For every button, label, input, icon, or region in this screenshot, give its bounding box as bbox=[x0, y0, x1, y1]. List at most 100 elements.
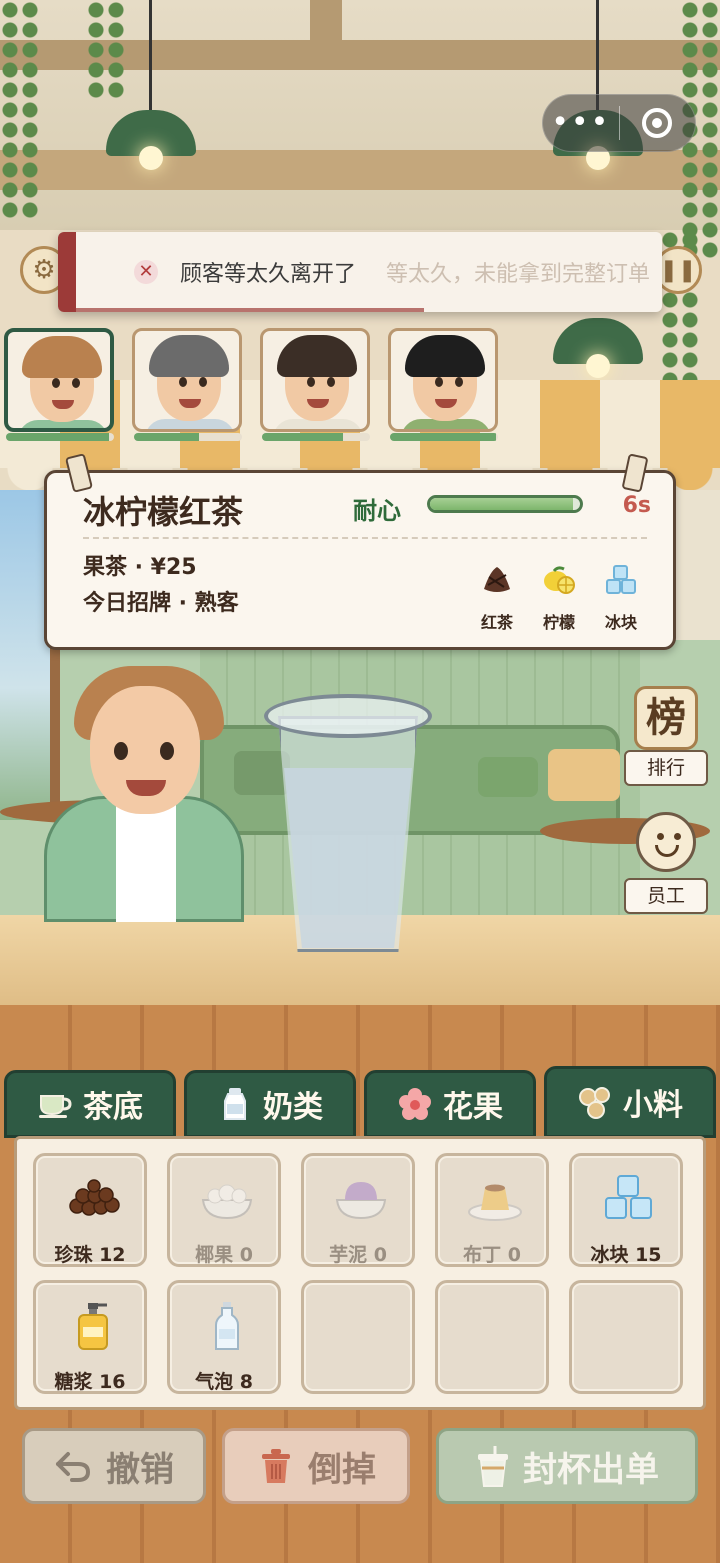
customer-shirt bbox=[116, 796, 176, 922]
order-card: 冰柠檬红茶 耐心 6s 果茶 · ¥25 今日招牌 · 熟客 红茶 柠檬 冰块 bbox=[44, 453, 676, 650]
trash-icon bbox=[262, 1449, 290, 1483]
smiley-eye bbox=[674, 833, 681, 840]
tab-tea-base[interactable]: 茶底 bbox=[4, 1070, 176, 1138]
undo-label: 撤销 bbox=[106, 1449, 174, 1490]
tab-label: 花果 bbox=[443, 1090, 503, 1125]
more-dots-icon[interactable]: ••• bbox=[543, 94, 619, 152]
close-icon: ✕ bbox=[134, 260, 158, 284]
customer-patience-bar bbox=[134, 433, 242, 441]
leaderboard-button[interactable]: 榜 bbox=[634, 686, 698, 750]
slot-label: 椰果 0 bbox=[195, 1244, 253, 1266]
drink-name: 冰柠檬红茶 bbox=[83, 493, 244, 531]
lemon-icon bbox=[544, 566, 575, 594]
ingredient-label: 冰块 bbox=[604, 613, 637, 632]
customer-card-gray-hair-man[interactable] bbox=[132, 328, 242, 432]
ingredient-lemon: 柠檬 bbox=[533, 563, 585, 633]
gear-icon: ⚙ bbox=[32, 255, 56, 285]
customer-patience-bar bbox=[6, 433, 114, 441]
ingredient-ice: 冰块 bbox=[595, 563, 647, 633]
staff-label[interactable]: 员工 bbox=[624, 878, 708, 914]
customer-patience-bar bbox=[390, 433, 498, 441]
flower-icon bbox=[399, 1088, 431, 1120]
alert-toast: ✕ 顾客等太久离开了 等太久，未能拿到完整订单 bbox=[58, 232, 662, 312]
ceiling-beam bbox=[310, 0, 342, 70]
pendant-lamp bbox=[553, 318, 643, 378]
hanging-vine bbox=[0, 0, 40, 220]
divider bbox=[83, 537, 647, 539]
tab-toppings[interactable]: 小料 bbox=[544, 1066, 716, 1138]
slot-label: 布丁 0 bbox=[463, 1244, 521, 1266]
inventory-slot-coconut-jelly[interactable]: 椰果 0 bbox=[167, 1153, 281, 1267]
close-target-button[interactable] bbox=[620, 108, 696, 138]
cup-contents bbox=[284, 768, 412, 948]
customer-patience-bar bbox=[262, 433, 370, 441]
black-tea-leaves-icon bbox=[484, 567, 510, 592]
toppings-icon bbox=[579, 1087, 610, 1119]
teacup-icon bbox=[39, 1095, 72, 1118]
target-icon bbox=[642, 108, 673, 138]
ice-cube-icon bbox=[606, 565, 636, 594]
customer-card-curly-hair-youth[interactable] bbox=[4, 328, 114, 432]
inventory-panel: 珍珠 12 椰果 0 芋泥 0 布丁 0 冰块 15 糖浆 16 气泡 8 bbox=[14, 1136, 706, 1410]
coconut-jelly-icon bbox=[201, 1184, 253, 1220]
seal-label: 封杯出单 bbox=[523, 1449, 659, 1490]
ice-cube-icon bbox=[605, 1175, 652, 1219]
inventory-slot-pearls[interactable]: 珍珠 12 bbox=[33, 1153, 147, 1267]
tab-label: 小料 bbox=[623, 1088, 683, 1123]
inventory-slot-empty bbox=[569, 1280, 683, 1394]
patience-bar bbox=[427, 495, 583, 513]
undo-arrow-icon bbox=[56, 1452, 91, 1482]
tab-label: 奶类 bbox=[263, 1090, 323, 1125]
pearls-icon bbox=[69, 1179, 120, 1216]
inventory-slot-soda[interactable]: 气泡 8 bbox=[167, 1280, 281, 1394]
patience-label: 耐心 bbox=[353, 497, 401, 525]
customer-card-mustache-man[interactable] bbox=[260, 328, 370, 432]
smiley-mouth bbox=[655, 845, 679, 857]
customer-face bbox=[90, 686, 200, 814]
soda-bottle-icon bbox=[215, 1302, 239, 1350]
pudding-icon bbox=[468, 1184, 522, 1221]
sealed-cup-icon bbox=[478, 1446, 508, 1487]
tab-flowers-fruit[interactable]: 花果 bbox=[364, 1070, 536, 1138]
syrup-bottle-icon bbox=[78, 1303, 108, 1350]
toast-accent-bar bbox=[58, 232, 76, 312]
inventory-slot-taro[interactable]: 芋泥 0 bbox=[301, 1153, 415, 1267]
drink-cup[interactable] bbox=[264, 694, 432, 956]
toast-timer-bar bbox=[76, 308, 424, 312]
discard-button[interactable]: 倒掉 bbox=[222, 1428, 410, 1504]
taro-paste-icon bbox=[335, 1182, 387, 1220]
inventory-slot-empty bbox=[301, 1280, 415, 1394]
order-tags: 今日招牌 · 熟客 bbox=[83, 591, 239, 616]
staff-button[interactable] bbox=[636, 812, 696, 872]
undo-button[interactable]: 撤销 bbox=[22, 1428, 206, 1504]
discard-label: 倒掉 bbox=[308, 1449, 376, 1490]
slot-label: 糖浆 16 bbox=[54, 1371, 126, 1393]
slot-label: 珍珠 12 bbox=[54, 1244, 126, 1266]
inventory-slot-ice[interactable]: 冰块 15 bbox=[569, 1153, 683, 1267]
mini-program-capsule: ••• bbox=[542, 94, 696, 152]
toast-overlap-text: 等太久，未能拿到完整订单 bbox=[386, 262, 651, 287]
customer-card-black-hair-boy[interactable] bbox=[388, 328, 498, 432]
hanging-vine bbox=[86, 0, 126, 100]
inventory-slot-empty bbox=[435, 1280, 549, 1394]
milk-bottle-icon bbox=[224, 1088, 246, 1120]
leaderboard-label[interactable]: 排行 bbox=[624, 750, 708, 786]
pause-icon: ❚❚ bbox=[659, 257, 697, 283]
current-customer bbox=[44, 666, 244, 922]
cup-rim bbox=[264, 694, 432, 738]
ingredient-black-tea: 红茶 bbox=[471, 563, 523, 633]
slot-label: 芋泥 0 bbox=[329, 1244, 387, 1266]
inventory-slot-pudding[interactable]: 布丁 0 bbox=[435, 1153, 549, 1267]
ceiling-beam bbox=[0, 150, 720, 190]
inventory-slot-syrup[interactable]: 糖浆 16 bbox=[33, 1280, 147, 1394]
category-price: 果茶 · ¥25 bbox=[83, 555, 197, 580]
ingredient-label: 柠檬 bbox=[542, 613, 575, 632]
seal-and-serve-button[interactable]: 封杯出单 bbox=[436, 1428, 698, 1504]
tab-label: 茶底 bbox=[83, 1090, 143, 1125]
patience-seconds: 6s bbox=[622, 493, 651, 518]
slot-label: 冰块 15 bbox=[590, 1244, 662, 1266]
tab-milk[interactable]: 奶类 bbox=[184, 1070, 356, 1138]
slot-label: 气泡 8 bbox=[195, 1371, 253, 1393]
smiley-icon bbox=[657, 833, 664, 840]
toast-message: 顾客等太久离开了 bbox=[180, 262, 357, 287]
